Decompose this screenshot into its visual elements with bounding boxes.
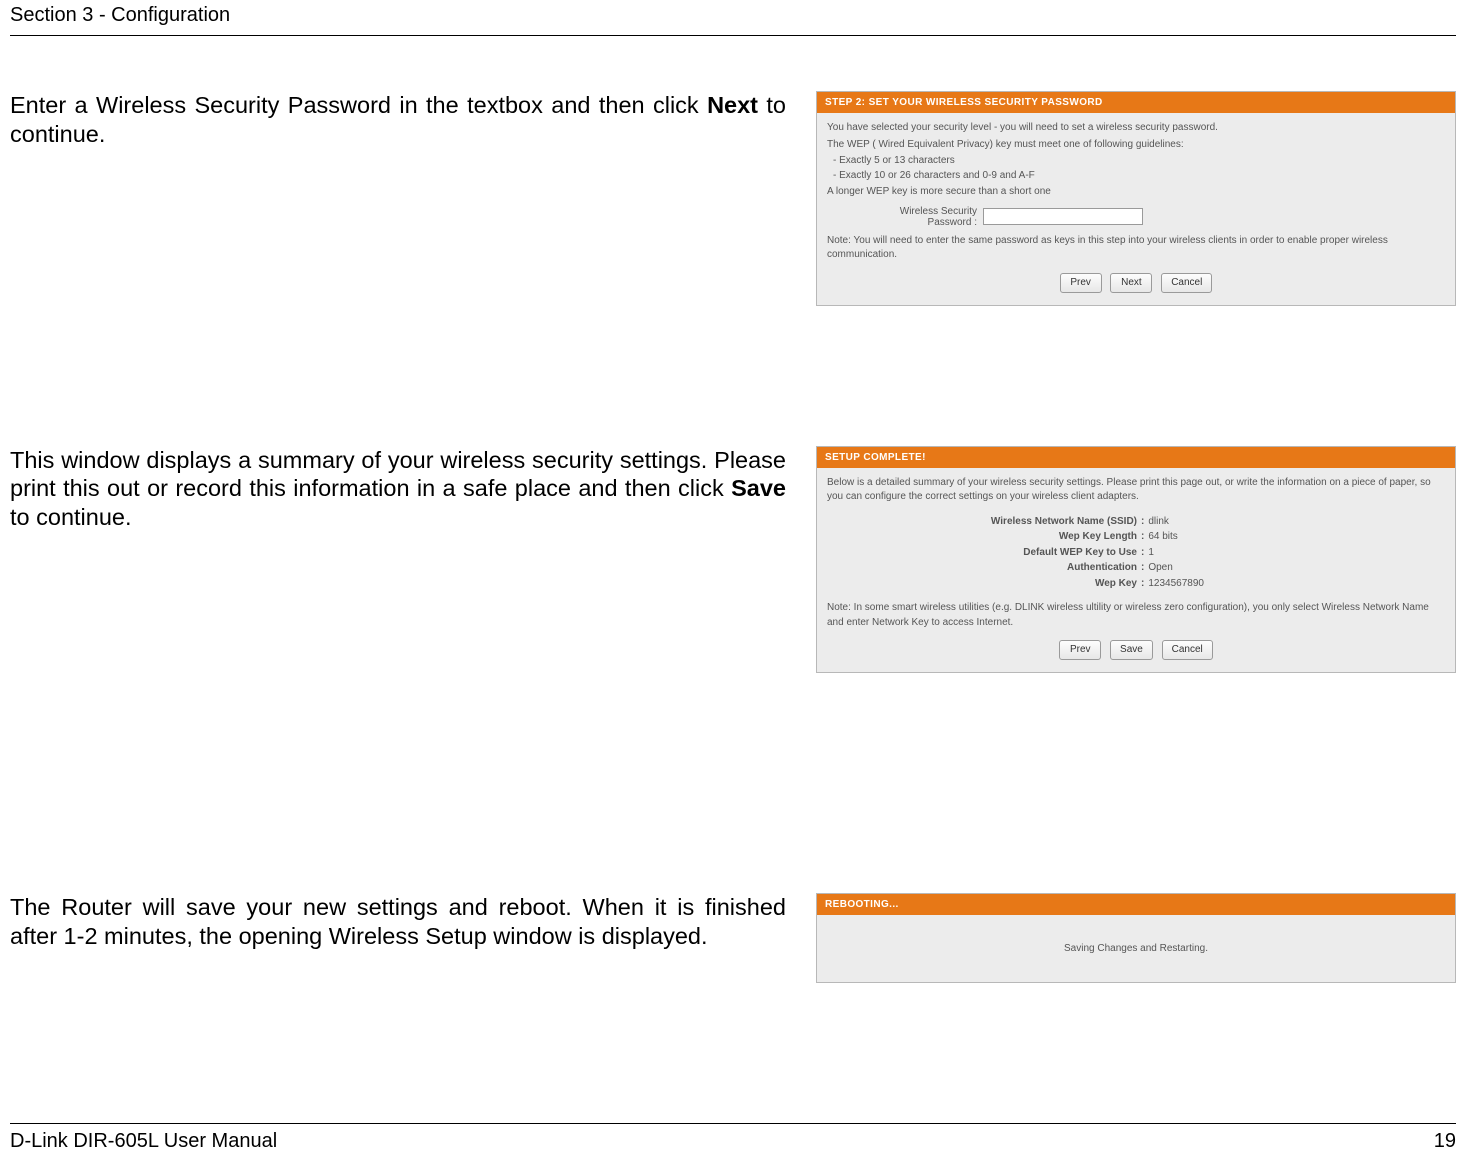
kv-wep-length: Wep Key Length : 64 bits bbox=[827, 530, 1445, 545]
footer-page-number: 19 bbox=[1434, 1130, 1456, 1153]
prev-button[interactable]: Prev bbox=[1060, 273, 1102, 293]
rebooting-panel: REBOOTING... Saving Changes and Restarti… bbox=[816, 893, 1456, 983]
step-3-description: The Router will save your new settings a… bbox=[10, 893, 786, 950]
step-1-row: Enter a Wireless Security Password in th… bbox=[10, 91, 1456, 306]
kv-value: 64 bits bbox=[1148, 530, 1177, 545]
text: This window displays a summary of your w… bbox=[10, 447, 786, 502]
prev-button[interactable]: Prev bbox=[1059, 640, 1101, 660]
kv-default-key: Default WEP Key to Use : 1 bbox=[827, 546, 1445, 561]
kv-value: Open bbox=[1148, 561, 1172, 576]
kv-key: Wep Key bbox=[827, 577, 1137, 592]
footer-manual: D-Link DIR-605L User Manual bbox=[10, 1130, 277, 1153]
kv-auth: Authentication : Open bbox=[827, 561, 1445, 576]
intro-line-2: The WEP ( Wired Equivalent Privacy) key … bbox=[827, 138, 1445, 153]
step-2-description: This window displays a summary of your w… bbox=[10, 446, 786, 532]
bold-save: Save bbox=[731, 475, 786, 501]
guideline-item: Exactly 5 or 13 characters bbox=[833, 154, 1445, 169]
kv-key: Wep Key Length bbox=[827, 530, 1137, 545]
kv-ssid: Wireless Network Name (SSID) : dlink bbox=[827, 515, 1445, 530]
button-row: Prev Next Cancel bbox=[827, 273, 1445, 293]
kv-sep: : bbox=[1137, 577, 1148, 592]
wireless-password-panel: STEP 2: SET YOUR WIRELESS SECURITY PASSW… bbox=[816, 91, 1456, 306]
panel-note: Note: You will need to enter the same pa… bbox=[827, 234, 1445, 263]
page-header: Section 3 - Configuration bbox=[10, 0, 1456, 36]
panel-title: REBOOTING... bbox=[817, 894, 1455, 915]
rebooting-body: Saving Changes and Restarting. bbox=[817, 915, 1455, 982]
next-button[interactable]: Next bbox=[1110, 273, 1152, 293]
bold-next: Next bbox=[707, 92, 758, 118]
kv-key: Default WEP Key to Use bbox=[827, 546, 1137, 561]
panel-body: Below is a detailed summary of your wire… bbox=[817, 468, 1455, 673]
intro-line-1: You have selected your security level - … bbox=[827, 121, 1445, 136]
kv-wep-key: Wep Key : 1234567890 bbox=[827, 577, 1445, 592]
kv-sep: : bbox=[1137, 546, 1148, 561]
guideline-list: Exactly 5 or 13 characters Exactly 10 or… bbox=[833, 154, 1445, 183]
cancel-button[interactable]: Cancel bbox=[1162, 640, 1213, 660]
guideline-item: Exactly 10 or 26 characters and 0-9 and … bbox=[833, 169, 1445, 184]
page-footer: D-Link DIR-605L User Manual 19 bbox=[10, 1123, 1456, 1153]
cancel-button[interactable]: Cancel bbox=[1161, 273, 1212, 293]
text: Enter a Wireless Security Password in th… bbox=[10, 92, 707, 118]
kv-sep: : bbox=[1137, 561, 1148, 576]
wireless-security-password-input[interactable] bbox=[983, 208, 1143, 225]
kv-value: dlink bbox=[1148, 515, 1169, 530]
intro-line-3: A longer WEP key is more secure than a s… bbox=[827, 185, 1445, 200]
step-2-row: This window displays a summary of your w… bbox=[10, 446, 1456, 674]
kv-value: 1234567890 bbox=[1148, 577, 1204, 592]
panel-note: Note: In some smart wireless utilities (… bbox=[827, 601, 1445, 630]
button-row: Prev Save Cancel bbox=[827, 640, 1445, 660]
kv-key: Authentication bbox=[827, 561, 1137, 576]
setup-complete-panel: SETUP COMPLETE! Below is a detailed summ… bbox=[816, 446, 1456, 674]
summary-intro: Below is a detailed summary of your wire… bbox=[827, 476, 1445, 505]
password-field-row: Wireless Security Password : bbox=[867, 206, 1445, 228]
panel-title: STEP 2: SET YOUR WIRELESS SECURITY PASSW… bbox=[817, 92, 1455, 113]
kv-sep: : bbox=[1137, 515, 1148, 530]
save-button[interactable]: Save bbox=[1110, 640, 1153, 660]
password-field-label: Wireless Security Password : bbox=[867, 206, 977, 228]
step-3-row: The Router will save your new settings a… bbox=[10, 893, 1456, 983]
panel-body: You have selected your security level - … bbox=[817, 113, 1455, 305]
kv-value: 1 bbox=[1148, 546, 1154, 561]
summary-kv-block: Wireless Network Name (SSID) : dlink Wep… bbox=[827, 515, 1445, 592]
kv-key: Wireless Network Name (SSID) bbox=[827, 515, 1137, 530]
kv-sep: : bbox=[1137, 530, 1148, 545]
step-1-description: Enter a Wireless Security Password in th… bbox=[10, 91, 786, 148]
text: to continue. bbox=[10, 504, 132, 530]
panel-title: SETUP COMPLETE! bbox=[817, 447, 1455, 468]
